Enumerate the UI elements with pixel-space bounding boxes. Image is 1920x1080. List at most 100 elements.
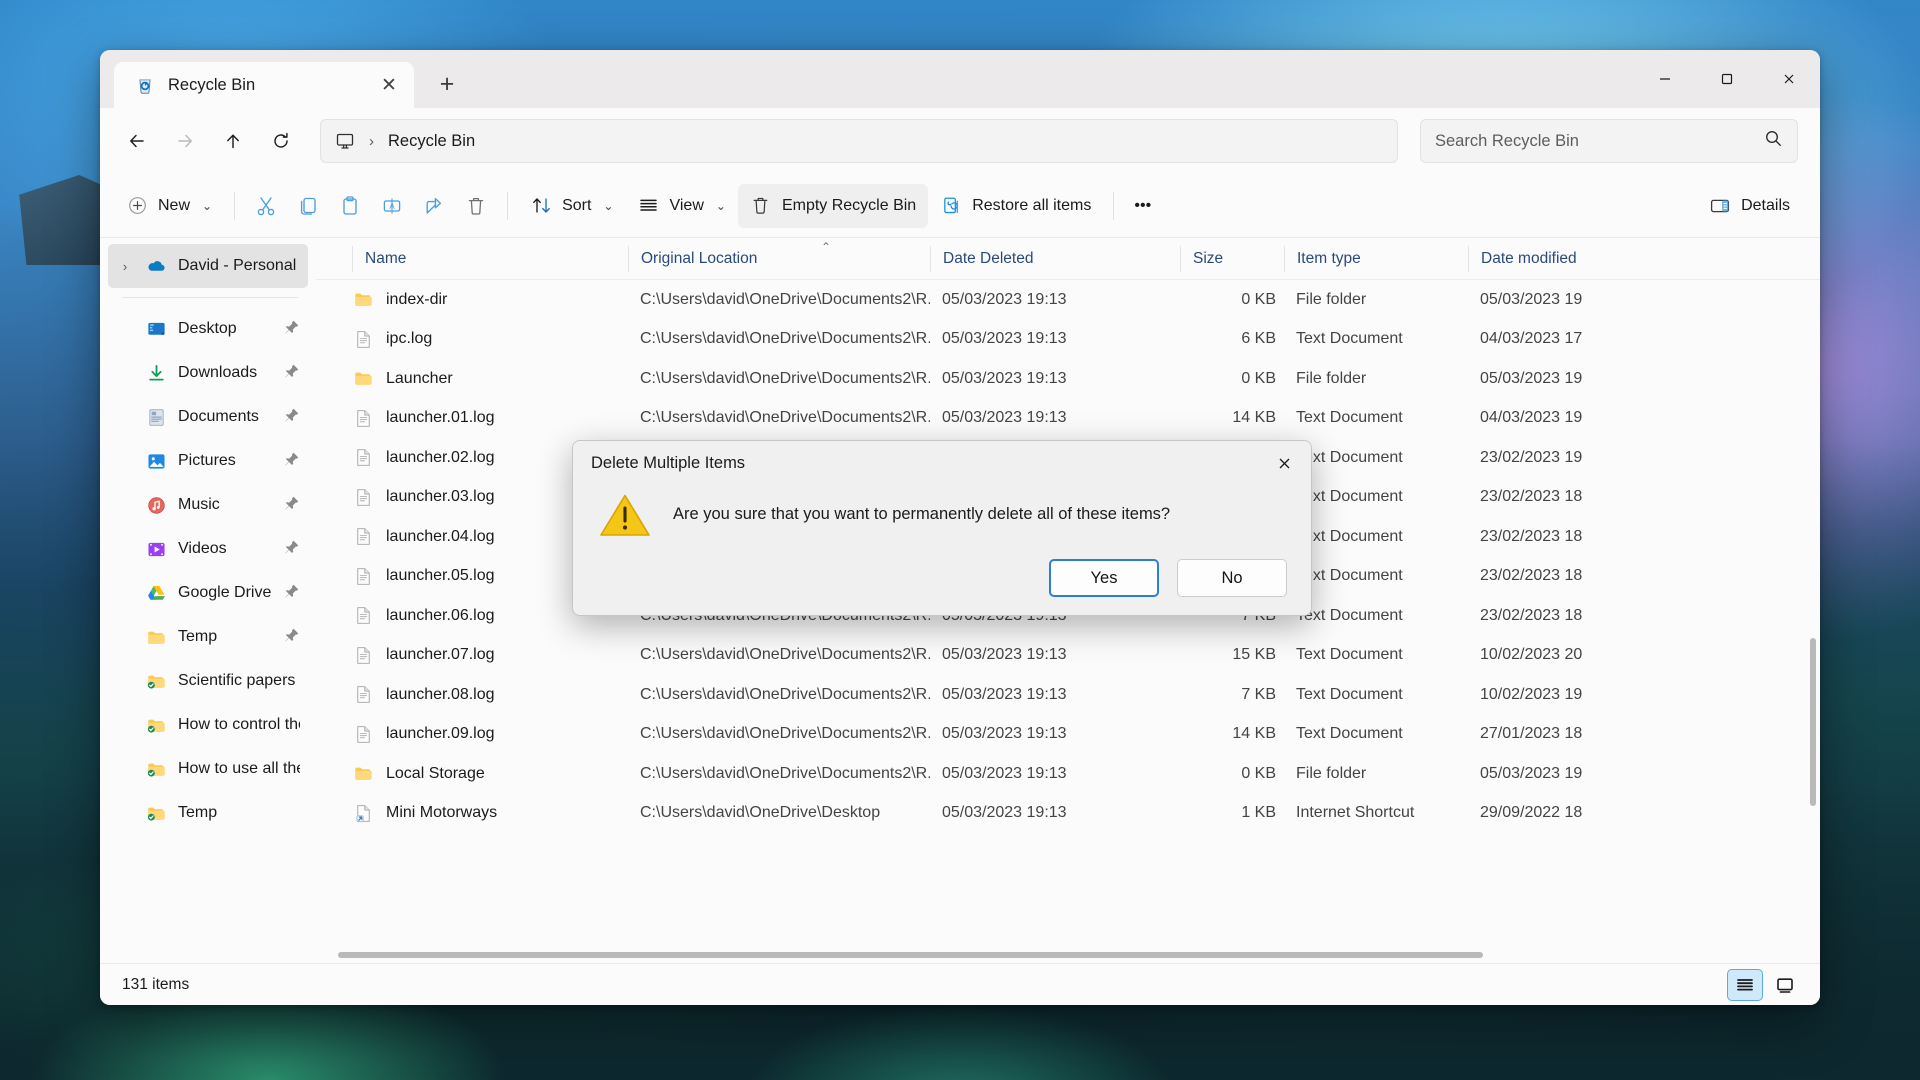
google-drive-icon bbox=[145, 582, 167, 604]
column-header-size[interactable]: Size bbox=[1180, 245, 1284, 272]
dialog-close-icon[interactable] bbox=[1263, 446, 1305, 480]
forward-button[interactable] bbox=[162, 118, 208, 164]
restore-all-items-button[interactable]: Restore all items bbox=[928, 184, 1103, 228]
file-rows: index-dir C:\Users\david\OneDrive\Documen… bbox=[316, 280, 1820, 963]
breadcrumb-current[interactable]: Recycle Bin bbox=[388, 132, 475, 151]
file-name-label: ipc.log bbox=[386, 330, 433, 348]
cell-name: launcher.09.log bbox=[352, 723, 628, 745]
table-row[interactable]: ipc.log C:\Users\david\OneDrive\Documents… bbox=[316, 320, 1820, 360]
tiles-view-button[interactable] bbox=[1768, 970, 1802, 1000]
copy-button[interactable] bbox=[287, 184, 329, 228]
cell-date-deleted: 05/03/2023 19:13 bbox=[942, 369, 1067, 387]
share-button[interactable] bbox=[413, 184, 455, 228]
breadcrumb[interactable]: › Recycle Bin bbox=[320, 119, 1398, 163]
cell-size: 0 KB bbox=[1241, 764, 1276, 782]
sidebar-item-desktop[interactable]: Desktop bbox=[108, 307, 308, 351]
sidebar-item-temp[interactable]: Temp bbox=[108, 791, 308, 835]
sidebar-item-documents[interactable]: Documents bbox=[108, 395, 308, 439]
pin-icon[interactable] bbox=[284, 407, 300, 427]
horizontal-scrollbar[interactable] bbox=[316, 947, 1820, 963]
pin-icon[interactable] bbox=[284, 495, 300, 515]
pin-icon[interactable] bbox=[284, 319, 300, 339]
sort-button[interactable]: Sort ⌄ bbox=[518, 184, 625, 228]
sidebar-item-downloads[interactable]: Downloads bbox=[108, 351, 308, 395]
back-button[interactable] bbox=[114, 118, 160, 164]
column-header-date-deleted[interactable]: Date Deleted bbox=[930, 245, 1180, 272]
sort-icon bbox=[530, 195, 552, 217]
details-pane-icon bbox=[1709, 195, 1731, 217]
table-row[interactable]: Launcher C:\Users\david\OneDrive\Document… bbox=[316, 359, 1820, 399]
cell-size: 0 KB bbox=[1241, 369, 1276, 387]
restore-all-items-label: Restore all items bbox=[972, 196, 1092, 214]
paste-button[interactable] bbox=[329, 184, 371, 228]
empty-recycle-bin-button[interactable]: Empty Recycle Bin bbox=[737, 183, 929, 228]
table-row[interactable]: launcher.01.log C:\Users\david\OneDrive\D… bbox=[316, 399, 1820, 439]
sidebar-item-google-drive[interactable]: Google Drive bbox=[108, 571, 308, 615]
sidebar-item-how-to-use-all-the-ai[interactable]: How to use all the AI bbox=[108, 747, 308, 791]
sidebar-item-music[interactable]: Music bbox=[108, 483, 308, 527]
cell-date-modified: 29/09/2022 18 bbox=[1480, 804, 1583, 822]
rename-button[interactable]: A bbox=[371, 184, 413, 228]
refresh-button[interactable] bbox=[258, 118, 304, 164]
text-file-icon bbox=[352, 565, 374, 587]
tab-close-icon[interactable]: ✕ bbox=[374, 70, 404, 100]
table-row[interactable]: index-dir C:\Users\david\OneDrive\Documen… bbox=[316, 280, 1820, 320]
up-button[interactable] bbox=[210, 118, 256, 164]
sidebar-item-label: How to use all the AI bbox=[178, 760, 300, 777]
sidebar-item-temp[interactable]: Temp bbox=[108, 615, 308, 659]
view-button[interactable]: View ⌄ bbox=[625, 184, 737, 228]
column-header-name[interactable]: Name bbox=[352, 245, 628, 272]
pin-icon[interactable] bbox=[284, 627, 300, 647]
close-window-button[interactable] bbox=[1758, 50, 1820, 108]
yes-button[interactable]: Yes bbox=[1049, 559, 1159, 597]
cell-date-deleted: 05/03/2023 19:13 bbox=[942, 290, 1067, 308]
sidebar-item-pictures[interactable]: Pictures bbox=[108, 439, 308, 483]
cell-date-deleted: 05/03/2023 19:13 bbox=[942, 725, 1067, 743]
cell-item-type: Text Document bbox=[1296, 646, 1403, 664]
table-row[interactable]: launcher.08.log C:\Users\david\OneDrive\D… bbox=[316, 675, 1820, 715]
sidebar-item-scientific-papers[interactable]: Scientific papers bbox=[108, 659, 308, 703]
cell-name: launcher.01.log bbox=[352, 407, 628, 429]
restore-icon bbox=[940, 195, 962, 217]
table-row[interactable]: Mini Motorways C:\Users\david\OneDrive\De… bbox=[316, 794, 1820, 834]
maximize-button[interactable] bbox=[1696, 50, 1758, 108]
table-row[interactable]: launcher.07.log C:\Users\david\OneDrive\D… bbox=[316, 636, 1820, 676]
column-header-item-type[interactable]: Item type bbox=[1284, 245, 1468, 272]
file-name-label: launcher.01.log bbox=[386, 409, 495, 427]
sort-button-label: Sort bbox=[562, 196, 592, 214]
cell-date-modified: 05/03/2023 19 bbox=[1480, 290, 1583, 308]
new-tab-button[interactable]: + bbox=[426, 63, 468, 105]
divider bbox=[234, 191, 236, 220]
sidebar-item-videos[interactable]: Videos bbox=[108, 527, 308, 571]
minimize-button[interactable] bbox=[1634, 50, 1696, 108]
horizontal-scrollbar-thumb[interactable] bbox=[338, 952, 1483, 958]
sidebar-item-onedrive[interactable]: › David - Personal bbox=[108, 244, 308, 288]
delete-button[interactable] bbox=[455, 184, 497, 228]
onedrive-cloud-icon bbox=[145, 255, 167, 277]
table-row[interactable]: launcher.09.log C:\Users\david\OneDrive\D… bbox=[316, 715, 1820, 755]
chevron-right-icon[interactable]: › bbox=[116, 259, 134, 274]
cell-item-type: Text Document bbox=[1296, 330, 1403, 348]
column-header-location[interactable]: Original Location bbox=[628, 245, 930, 272]
sidebar-item-label: Music bbox=[178, 496, 220, 513]
pin-icon[interactable] bbox=[284, 363, 300, 383]
vertical-scrollbar[interactable] bbox=[1810, 638, 1816, 806]
pin-icon[interactable] bbox=[284, 539, 300, 559]
search-icon[interactable] bbox=[1764, 129, 1783, 153]
details-view-button[interactable] bbox=[1727, 968, 1763, 1001]
table-row[interactable]: Local Storage C:\Users\david\OneDrive\Doc… bbox=[316, 754, 1820, 794]
cell-original-location: C:\Users\david\OneDrive\Documents2\R... bbox=[640, 764, 930, 782]
file-name-label: launcher.03.log bbox=[386, 488, 495, 506]
tab-recycle-bin[interactable]: Recycle Bin ✕ bbox=[114, 62, 414, 108]
sidebar-item-how-to-control-the-vo[interactable]: How to control the vo bbox=[108, 703, 308, 747]
no-button[interactable]: No bbox=[1177, 559, 1287, 597]
more-options-button[interactable]: ••• bbox=[1124, 184, 1161, 228]
pin-icon[interactable] bbox=[284, 583, 300, 603]
new-button[interactable]: New ⌄ bbox=[114, 184, 224, 228]
cell-name: Launcher bbox=[352, 368, 628, 390]
cut-button[interactable] bbox=[245, 184, 287, 228]
pin-icon[interactable] bbox=[284, 451, 300, 471]
search-input[interactable]: Search Recycle Bin bbox=[1420, 119, 1798, 163]
details-pane-button[interactable]: Details bbox=[1697, 184, 1802, 228]
column-header-date-modified[interactable]: Date modified bbox=[1468, 245, 1658, 272]
